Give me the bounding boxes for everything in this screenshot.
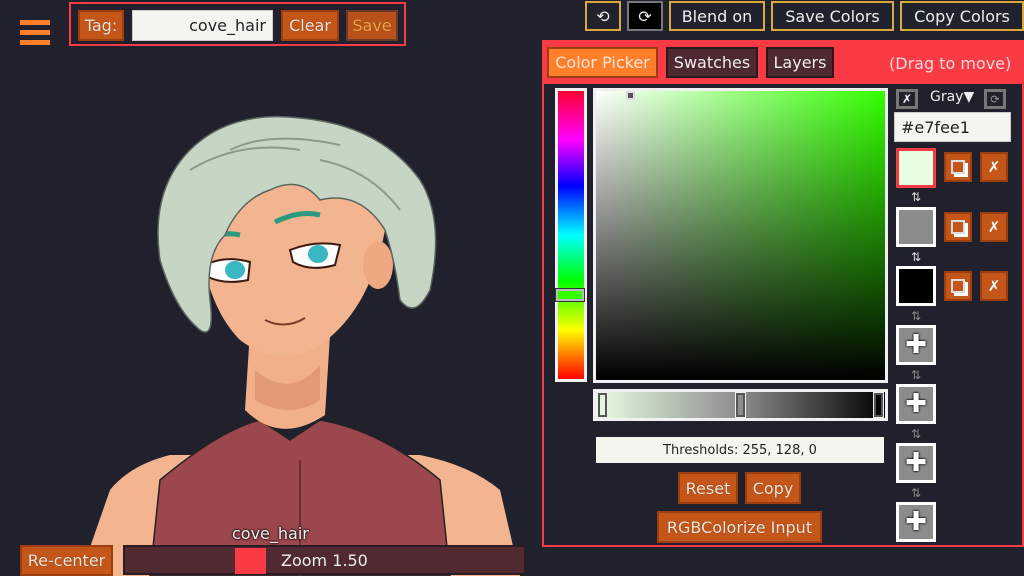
add-icon: ✚: [905, 389, 927, 419]
hex-input[interactable]: [894, 112, 1011, 142]
swap-icon[interactable]: ⇅: [896, 190, 936, 204]
delete-icon: ✗: [987, 158, 1001, 176]
swap-icon[interactable]: ⇅: [896, 486, 936, 500]
add-swatch-button[interactable]: ✚: [896, 443, 936, 483]
threshold-handle-low[interactable]: [873, 392, 884, 418]
saturation-value-picker[interactable]: [593, 88, 888, 383]
recenter-button[interactable]: Re-center: [20, 545, 113, 576]
rgbcolorize-input-button[interactable]: RGBColorize Input: [657, 511, 822, 543]
save-button[interactable]: Save: [346, 10, 398, 41]
blend-toggle-button[interactable]: Blend on: [669, 1, 765, 31]
threshold-handle-mid[interactable]: [735, 392, 746, 418]
color-swatch-3[interactable]: [896, 266, 936, 306]
tab-color-picker[interactable]: Color Picker: [547, 47, 658, 78]
sv-picker-handle[interactable]: [626, 91, 635, 100]
tab-swatches[interactable]: Swatches: [666, 47, 758, 78]
delete-swatch-button[interactable]: ✗: [980, 212, 1008, 242]
zoom-slider[interactable]: Zoom 1.50: [123, 545, 526, 575]
zoom-slider-handle[interactable]: [235, 548, 266, 574]
add-swatch-button[interactable]: ✚: [896, 502, 936, 542]
copy-icon: [951, 220, 965, 234]
add-icon: ✚: [905, 330, 927, 360]
reset-button[interactable]: Reset: [678, 472, 738, 504]
swap-icon[interactable]: ⇅: [896, 250, 936, 264]
hamburger-menu-icon[interactable]: [20, 20, 50, 46]
character-canvas[interactable]: [0, 50, 540, 576]
add-swatch-button[interactable]: ✚: [896, 325, 936, 365]
add-icon: ✚: [905, 448, 927, 478]
refresh-button[interactable]: ⟳: [984, 89, 1006, 109]
delete-icon: ✗: [987, 277, 1001, 295]
copy-swatch-button[interactable]: [944, 152, 972, 182]
color-swatch-2[interactable]: [896, 207, 936, 247]
hue-slider-handle[interactable]: [556, 289, 584, 301]
clear-button[interactable]: Clear: [281, 10, 339, 41]
color-mode-dropdown[interactable]: Gray▼: [930, 89, 974, 105]
redo-icon: ⟳: [638, 6, 652, 26]
threshold-gradient-bar[interactable]: [593, 389, 888, 421]
undo-icon: ⟲: [596, 6, 610, 26]
tag-label: Tag:: [78, 10, 124, 41]
tab-layers[interactable]: Layers: [766, 47, 834, 78]
copy-button[interactable]: Copy: [745, 472, 801, 504]
tag-input[interactable]: [132, 10, 273, 41]
redo-button[interactable]: ⟳: [627, 1, 663, 31]
save-colors-button[interactable]: Save Colors: [771, 1, 894, 31]
tag-toolbar: Tag: Clear Save: [69, 2, 406, 46]
add-icon: ✚: [905, 507, 927, 537]
delete-swatch-button[interactable]: ✗: [980, 271, 1008, 301]
color-swatch-1[interactable]: [896, 148, 936, 188]
clear-color-button[interactable]: ✗: [896, 89, 918, 109]
delete-swatch-button[interactable]: ✗: [980, 152, 1008, 182]
copy-swatch-button[interactable]: [944, 212, 972, 242]
add-swatch-button[interactable]: ✚: [896, 384, 936, 424]
copy-icon: [951, 160, 965, 174]
thresholds-display: Thresholds: 255, 128, 0: [596, 437, 884, 463]
delete-icon: ✗: [987, 218, 1001, 236]
refresh-icon: ⟳: [990, 92, 1000, 106]
zoom-label: Zoom 1.50: [281, 551, 368, 570]
swap-icon[interactable]: ⇅: [896, 427, 936, 441]
layer-name-label: cove_hair: [232, 524, 309, 543]
swap-icon[interactable]: ⇅: [896, 309, 936, 323]
copy-colors-button[interactable]: Copy Colors: [900, 1, 1024, 31]
drag-hint: (Drag to move): [889, 54, 1012, 73]
copy-swatch-button[interactable]: [944, 271, 972, 301]
copy-icon: [951, 279, 965, 293]
undo-button[interactable]: ⟲: [585, 1, 621, 31]
threshold-handle-high[interactable]: [597, 392, 608, 418]
hue-slider[interactable]: [555, 88, 587, 382]
color-panel[interactable]: Color Picker Swatches Layers (Drag to mo…: [542, 40, 1024, 547]
clear-icon: ✗: [901, 92, 913, 106]
swatch-row: [896, 148, 936, 188]
swap-icon[interactable]: ⇅: [896, 368, 936, 382]
